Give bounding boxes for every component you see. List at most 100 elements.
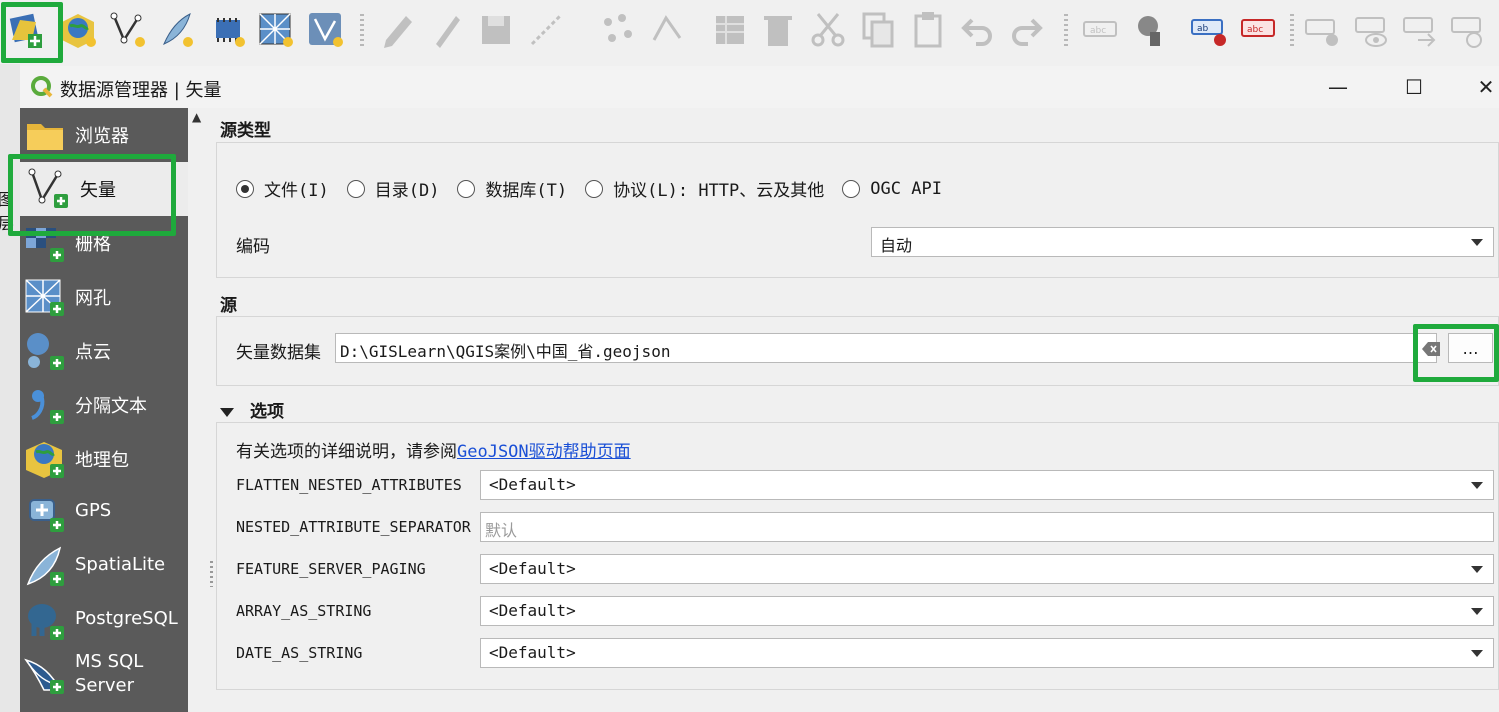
radio-ogc-api[interactable]: OGC API <box>842 179 942 199</box>
sidebar-item-mesh[interactable]: 网孔 <box>20 270 188 324</box>
close-button[interactable]: ✕ <box>1456 70 1499 104</box>
source-type-radio-group: 文件(I) 目录(D) 数据库(T) 协议(L): HTTP、云及其他 OGC … <box>236 176 960 201</box>
label-rotate-icon[interactable] <box>1446 8 1490 52</box>
source-type-sidebar: 浏览器 矢量 栅格 网孔 点云 分隔文本 地理包 GPS SpatiaLite … <box>20 108 188 712</box>
sidebar-item-label: 分隔文本 <box>75 396 147 417</box>
redo-icon[interactable] <box>1004 8 1048 52</box>
chevron-down-icon <box>1471 566 1483 573</box>
sidebar-item-mssql[interactable]: MS SQL Server <box>20 648 188 712</box>
undo-icon[interactable] <box>956 8 1000 52</box>
mssql-icon <box>24 658 64 694</box>
option-label: FEATURE_SERVER_PAGING <box>236 560 426 578</box>
option-label: ARRAY_AS_STRING <box>236 602 372 620</box>
radio-button[interactable] <box>457 179 476 198</box>
splitter-grip[interactable] <box>210 561 213 587</box>
label-highlight-blue-icon[interactable]: ab <box>1188 8 1232 52</box>
toolbar-separator <box>1064 14 1068 48</box>
radio-database[interactable]: 数据库(T) <box>457 176 567 201</box>
radio-directory[interactable]: 目录(D) <box>346 176 439 201</box>
new-project-globe-icon[interactable] <box>56 8 100 52</box>
save-edits-icon[interactable] <box>474 8 518 52</box>
sidebar-scrollbar[interactable] <box>190 108 206 712</box>
digitize-line-icon[interactable] <box>524 8 568 52</box>
new-mesh-layer-icon[interactable] <box>254 8 298 52</box>
radio-button[interactable] <box>236 179 254 198</box>
maximize-button[interactable]: ☐ <box>1384 70 1444 104</box>
sidebar-item-label: 地理包 <box>75 450 129 471</box>
sidebar-item-label: 点云 <box>75 342 111 363</box>
vector-dataset-input[interactable]: D:\GISLearn\QGIS案例\中国_省.geojson <box>335 333 1440 363</box>
mesh-layer-icon <box>25 279 64 316</box>
date-as-string-select[interactable]: <Default> <box>480 638 1494 668</box>
label-abc-icon[interactable]: abc <box>1078 8 1122 52</box>
encoding-select[interactable]: 自动 <box>871 227 1494 257</box>
sidebar-item-vector[interactable]: 矢量 <box>20 162 188 216</box>
main-toolbar: abc ab abc <box>0 0 1499 64</box>
section-title-source-type: 源类型 <box>220 121 271 141</box>
minimize-button[interactable]: — <box>1308 70 1368 104</box>
sidebar-item-point-cloud[interactable]: 点云 <box>20 324 188 378</box>
dialog-titlebar: 数据源管理器 | 矢量 — ☐ ✕ <box>20 66 1499 108</box>
pencil-icon[interactable] <box>424 8 468 52</box>
sidebar-item-spatialite[interactable]: SpatiaLite <box>20 540 188 594</box>
geopackage-icon <box>26 442 64 478</box>
chevron-down-icon <box>1471 608 1483 615</box>
label-move-icon[interactable] <box>1300 8 1344 52</box>
label-pin-icon[interactable] <box>1126 8 1170 52</box>
label-pin-move-icon[interactable] <box>1398 8 1442 52</box>
delete-icon[interactable] <box>756 8 800 52</box>
sidebar-item-label: PostgreSQL <box>75 608 178 629</box>
gps-icon <box>29 499 64 532</box>
clear-input-icon[interactable] <box>1422 342 1440 356</box>
cut-icon[interactable] <box>806 8 850 52</box>
delimited-text-icon <box>31 390 64 424</box>
flatten-nested-attributes-select[interactable]: <Default> <box>480 470 1494 500</box>
copy-icon[interactable] <box>856 8 900 52</box>
label-show-icon[interactable] <box>1350 8 1394 52</box>
nested-attribute-separator-input[interactable]: 默认 <box>480 512 1494 542</box>
scroll-up-arrow-icon[interactable]: ▲ <box>192 110 201 124</box>
sidebar-item-raster[interactable]: 栅格 <box>20 216 188 270</box>
sidebar-item-label: GPS <box>75 500 112 521</box>
sidebar-item-label: SpatiaLite <box>75 554 166 575</box>
new-spatialite-layer-icon[interactable] <box>154 8 198 52</box>
dialog-title: 数据源管理器 | 矢量 <box>60 80 222 101</box>
new-virtual-layer-icon[interactable] <box>206 8 250 52</box>
layers-panel-label: 图层 <box>0 190 15 233</box>
chevron-down-icon <box>1471 650 1483 657</box>
sidebar-item-browser[interactable]: 浏览器 <box>20 108 188 162</box>
chevron-down-icon <box>1471 239 1483 246</box>
sidebar-item-gps[interactable]: GPS <box>20 486 188 540</box>
option-label: DATE_AS_STRING <box>236 644 363 662</box>
radio-protocol[interactable]: 协议(L): HTTP、云及其他 <box>585 176 824 201</box>
sidebar-item-label: 网孔 <box>75 288 111 309</box>
sidebar-item-delimited-text[interactable]: 分隔文本 <box>20 378 188 432</box>
radio-button[interactable] <box>585 179 604 198</box>
add-vector-layer-icon[interactable] <box>106 8 150 52</box>
sidebar-item-geopackage[interactable]: 地理包 <box>20 432 188 486</box>
vertex-tool-icon[interactable] <box>646 8 690 52</box>
svg-text:abc: abc <box>1090 26 1106 36</box>
paste-icon[interactable] <box>906 8 950 52</box>
toolbar-separator <box>1290 14 1294 48</box>
new-scratch-layer-icon[interactable] <box>304 8 348 52</box>
label-highlight-red-icon[interactable]: abc <box>1236 8 1280 52</box>
collapse-arrow-icon[interactable] <box>220 407 234 417</box>
toggle-editing-icon[interactable] <box>376 8 420 52</box>
browse-button[interactable]: … <box>1448 333 1493 363</box>
geojson-help-link[interactable]: GeoJSON驱动帮助页面 <box>457 442 631 462</box>
radio-button[interactable] <box>346 179 365 198</box>
digitize-points-icon[interactable] <box>596 8 640 52</box>
attribute-table-icon[interactable] <box>708 8 752 52</box>
option-label: NESTED_ATTRIBUTE_SEPARATOR <box>236 518 471 536</box>
point-cloud-icon <box>27 333 64 370</box>
radio-file[interactable]: 文件(I) <box>236 176 329 201</box>
feature-server-paging-select[interactable]: <Default> <box>480 554 1494 584</box>
radio-button[interactable] <box>842 179 861 198</box>
section-title-options[interactable]: 选项 <box>220 397 284 422</box>
array-as-string-select[interactable]: <Default> <box>480 596 1494 626</box>
sidebar-item-label: MS SQL Server <box>75 651 144 696</box>
postgresql-icon <box>28 604 64 640</box>
sidebar-item-postgresql[interactable]: PostgreSQL <box>20 594 188 648</box>
data-source-manager-icon[interactable] <box>4 8 48 52</box>
